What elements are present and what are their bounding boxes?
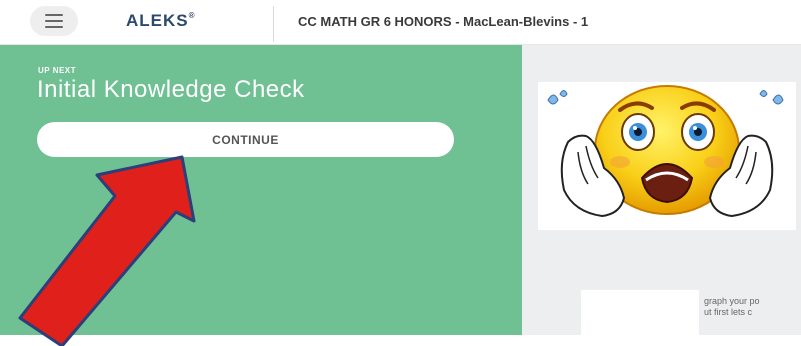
screaming-face-icon <box>547 85 784 218</box>
header-divider <box>273 6 274 42</box>
content-box <box>581 290 699 335</box>
top-bar: ALEKS® CC MATH GR 6 HONORS - MacLean-Ble… <box>0 0 801 45</box>
up-next-label: UP NEXT <box>38 66 77 75</box>
menu-button[interactable] <box>30 6 78 36</box>
partial-description: graph your po ut first lets c <box>704 296 760 317</box>
continue-button[interactable]: CONTINUE <box>37 122 454 157</box>
hamburger-icon <box>45 14 63 16</box>
assessment-title: Initial Knowledge Check <box>37 76 305 103</box>
bottom-strip <box>0 335 801 346</box>
up-next-panel: UP NEXT Initial Knowledge Check CONTINUE <box>0 45 522 335</box>
emoji-card <box>538 82 796 230</box>
aleks-logo[interactable]: ALEKS® <box>126 11 196 31</box>
course-title: CC MATH GR 6 HONORS - MacLean-Blevins - … <box>298 14 589 29</box>
